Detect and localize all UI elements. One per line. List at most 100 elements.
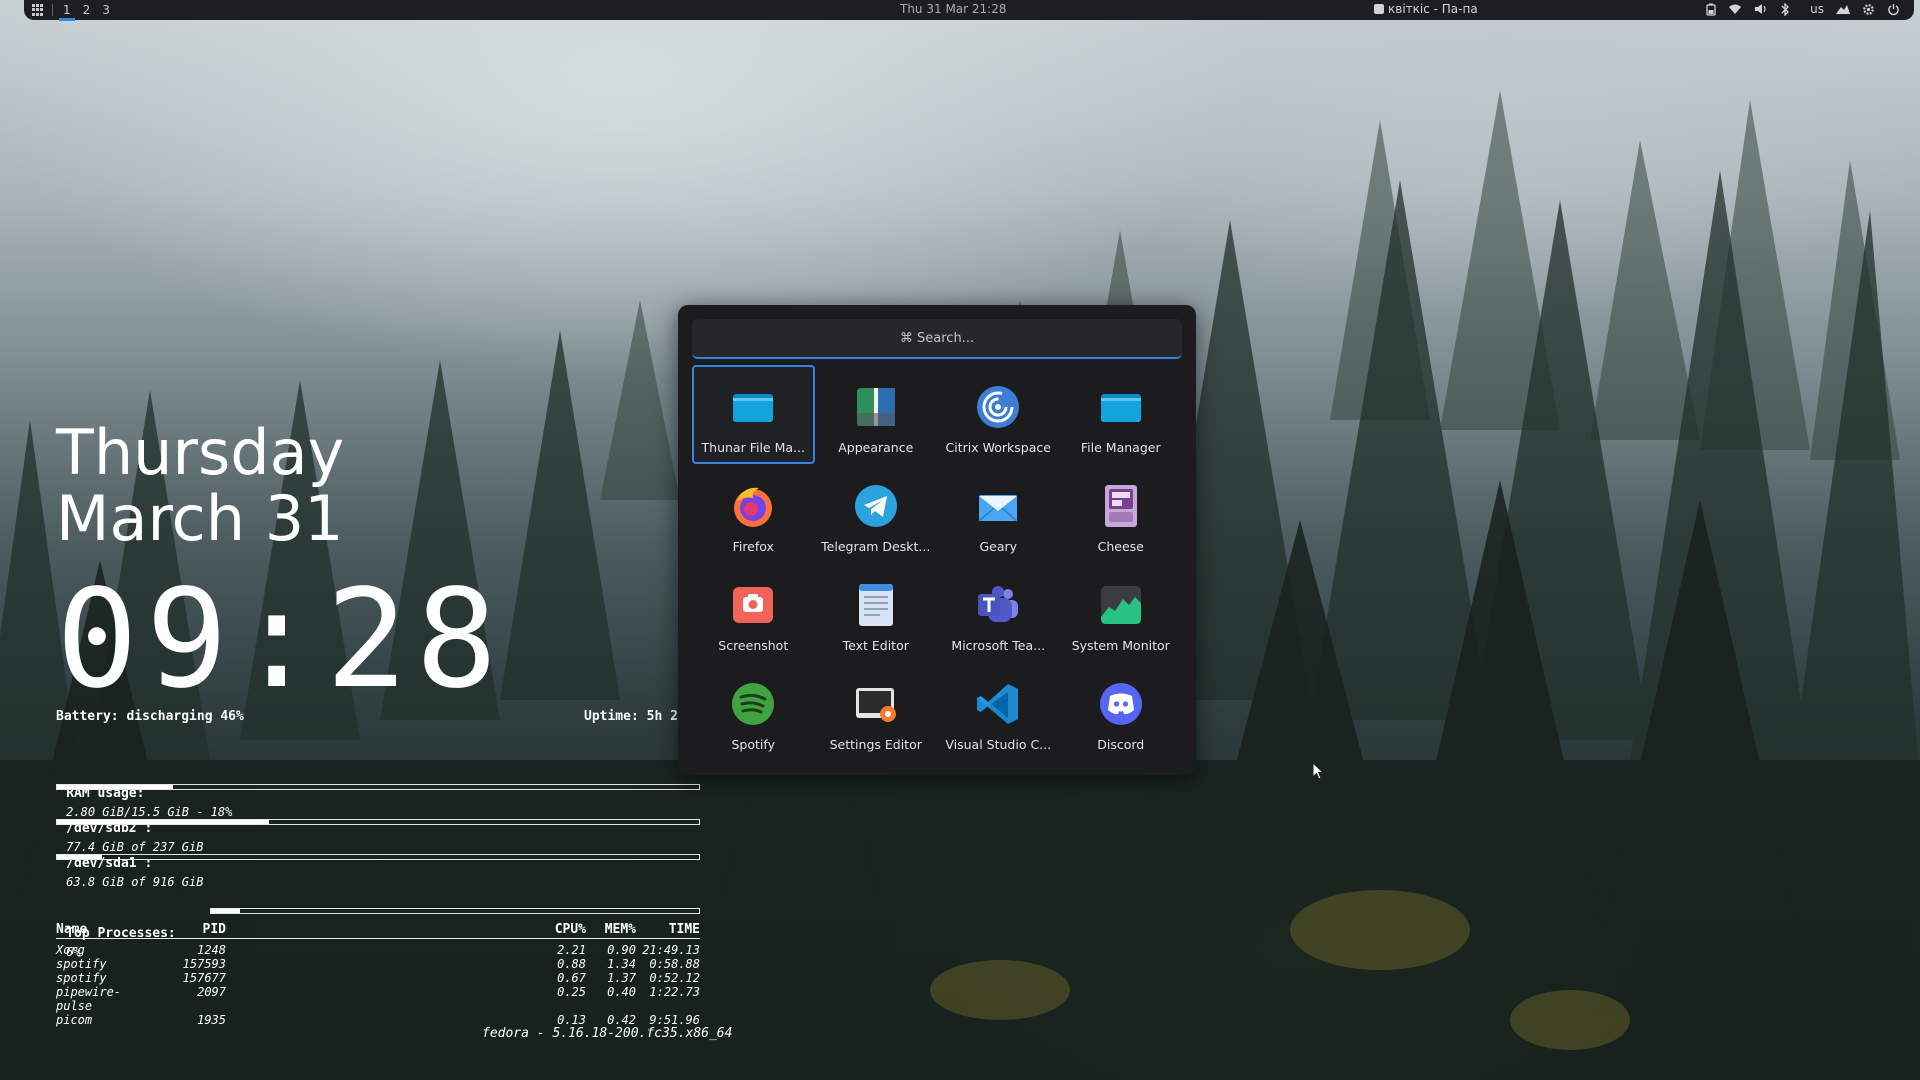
process-row: spotify 157677 0.67 1.37 0:52.12 (56, 971, 700, 985)
process-name: pipewire-pulse (56, 985, 122, 1013)
vscode-icon (974, 680, 1022, 728)
app-label: Appearance (838, 440, 914, 455)
process-row: Xorg 1248 2.21 0.90 21:49.13 (56, 943, 700, 957)
app-tile[interactable]: Citrix Workspace (937, 365, 1060, 464)
disk1-bar-fill (57, 820, 269, 824)
process-table: Name PID CPU% MEM% TIME Xorg 1248 2.21 0.90… (56, 922, 700, 1027)
battery-status: Battery: discharging 46% (56, 709, 244, 724)
app-label: Thunar File Ma... (701, 440, 805, 455)
app-tile[interactable]: Geary (937, 464, 1060, 563)
process-mem: 1.34 (607, 957, 636, 971)
text-editor-icon (852, 581, 900, 629)
process-pid: 2097 (197, 985, 226, 999)
top-panel: 1 2 3 Thu 31 Mar 21:28 квіткіс - Па-па u… (24, 0, 1914, 21)
ram-bar-fill (57, 785, 173, 789)
process-row: pipewire-pulse 2097 0.25 0.40 1:22.73 (56, 985, 700, 1013)
disk2-value: 63.8 GiB of 916 GiB (66, 875, 204, 889)
appearance-icon (852, 383, 900, 431)
app-label: Microsoft Tea... (951, 638, 1046, 653)
search-input[interactable]: ⌘ Search... (692, 319, 1182, 359)
process-row: spotify 157593 0.88 1.34 0:58.88 (56, 957, 700, 971)
app-tile[interactable]: Cheese (1060, 464, 1183, 563)
app-grid-icon[interactable] (32, 4, 44, 16)
app-label: Telegram Deskt... (821, 539, 931, 554)
app-label: Geary (979, 539, 1018, 554)
camera-icon (729, 581, 777, 629)
process-time: 9:51.96 (649, 1013, 700, 1027)
app-tile[interactable]: Discord (1060, 662, 1183, 761)
mouse-cursor-icon (1312, 762, 1325, 780)
kernel-info: fedora - 5.16.18-200.fc35.x86_64 (482, 1026, 733, 1041)
teams-icon (974, 581, 1022, 629)
app-launcher: ⌘ Search... Thunar File Ma... Appearance C… (678, 305, 1196, 775)
volume-icon[interactable] (1754, 3, 1768, 15)
app-tile[interactable]: Visual Studio C... (937, 662, 1060, 761)
app-label: System Monitor (1071, 638, 1170, 653)
cpu-bar-fill (211, 909, 241, 913)
ram-bar (56, 784, 700, 790)
app-label: Spotify (731, 737, 775, 752)
disk2-bar (56, 854, 700, 860)
wifi-icon[interactable] (1728, 3, 1742, 15)
process-mem: 0.90 (607, 943, 636, 957)
music-icon (1374, 4, 1384, 14)
app-tile[interactable]: Spotify (692, 662, 815, 761)
workspace-2[interactable]: 2 (81, 3, 93, 17)
col-cpu: CPU% (554, 922, 586, 937)
workspace-3[interactable]: 3 (100, 3, 112, 17)
col-time: TIME (668, 922, 700, 937)
bluetooth-icon[interactable] (1780, 2, 1790, 16)
conky-date: March 31 (56, 482, 344, 555)
app-tile[interactable]: File Manager (1060, 365, 1183, 464)
discord-icon (1097, 680, 1145, 728)
clock-label[interactable]: Thu 31 Mar 21:28 (900, 2, 1006, 16)
network-graph-icon[interactable] (1836, 3, 1850, 15)
app-label: Screenshot (718, 638, 789, 653)
keyboard-layout[interactable]: us (1810, 2, 1824, 16)
process-pid: 1935 (197, 1013, 226, 1027)
process-name: picom (56, 1013, 93, 1027)
app-label: Text Editor (842, 638, 909, 653)
process-cpu: 0.25 (557, 985, 586, 999)
separator (52, 4, 53, 16)
app-tile[interactable]: Firefox (692, 464, 815, 563)
process-name: spotify (56, 971, 107, 985)
app-tile[interactable]: Telegram Deskt... (815, 464, 938, 563)
process-mem: 0.40 (607, 985, 636, 999)
col-pid: PID (202, 922, 226, 937)
process-cpu: 0.67 (557, 971, 586, 985)
process-table-header: Name PID CPU% MEM% TIME (56, 922, 700, 939)
app-tile[interactable]: Appearance (815, 365, 938, 464)
process-pid: 157677 (182, 971, 226, 985)
disk2-row: /dev/sda1 : 63.8 GiB of 916 GiB (56, 833, 203, 890)
process-time: 0:58.88 (649, 957, 700, 971)
system-monitor-icon (1097, 581, 1145, 629)
battery-icon[interactable] (1706, 3, 1716, 16)
uptime-status: Uptime: 5h 2 (584, 709, 678, 724)
app-tile[interactable]: Text Editor (815, 563, 938, 662)
process-time: 1:22.73 (649, 985, 700, 999)
process-row: picom 1935 0.13 0.42 9:51.96 (56, 1013, 700, 1027)
cpu-bar (210, 908, 700, 914)
folder-icon (729, 383, 777, 431)
workspace-switcher: 1 2 3 (59, 3, 112, 21)
disk1-bar (56, 819, 700, 825)
app-tile[interactable]: Settings Editor (815, 662, 938, 761)
app-tile[interactable]: System Monitor (1060, 563, 1183, 662)
process-cpu: 0.13 (557, 1013, 586, 1027)
app-label: Visual Studio C... (945, 737, 1052, 752)
app-tile[interactable]: Thunar File Ma... (692, 365, 815, 464)
settings-icon[interactable] (1862, 3, 1875, 16)
telegram-icon (852, 482, 900, 530)
app-label: Settings Editor (829, 737, 922, 752)
media-indicator[interactable]: квіткіс - Па-па (1374, 2, 1478, 16)
app-tile[interactable]: Microsoft Tea... (937, 563, 1060, 662)
settings-editor-icon (852, 680, 900, 728)
power-icon[interactable] (1887, 3, 1900, 16)
workspace-1[interactable]: 1 (59, 3, 75, 21)
col-name: Name (56, 922, 88, 937)
app-label: Discord (1097, 737, 1145, 752)
app-label: File Manager (1080, 440, 1161, 455)
app-tile[interactable]: Screenshot (692, 563, 815, 662)
app-label: Cheese (1097, 539, 1144, 554)
